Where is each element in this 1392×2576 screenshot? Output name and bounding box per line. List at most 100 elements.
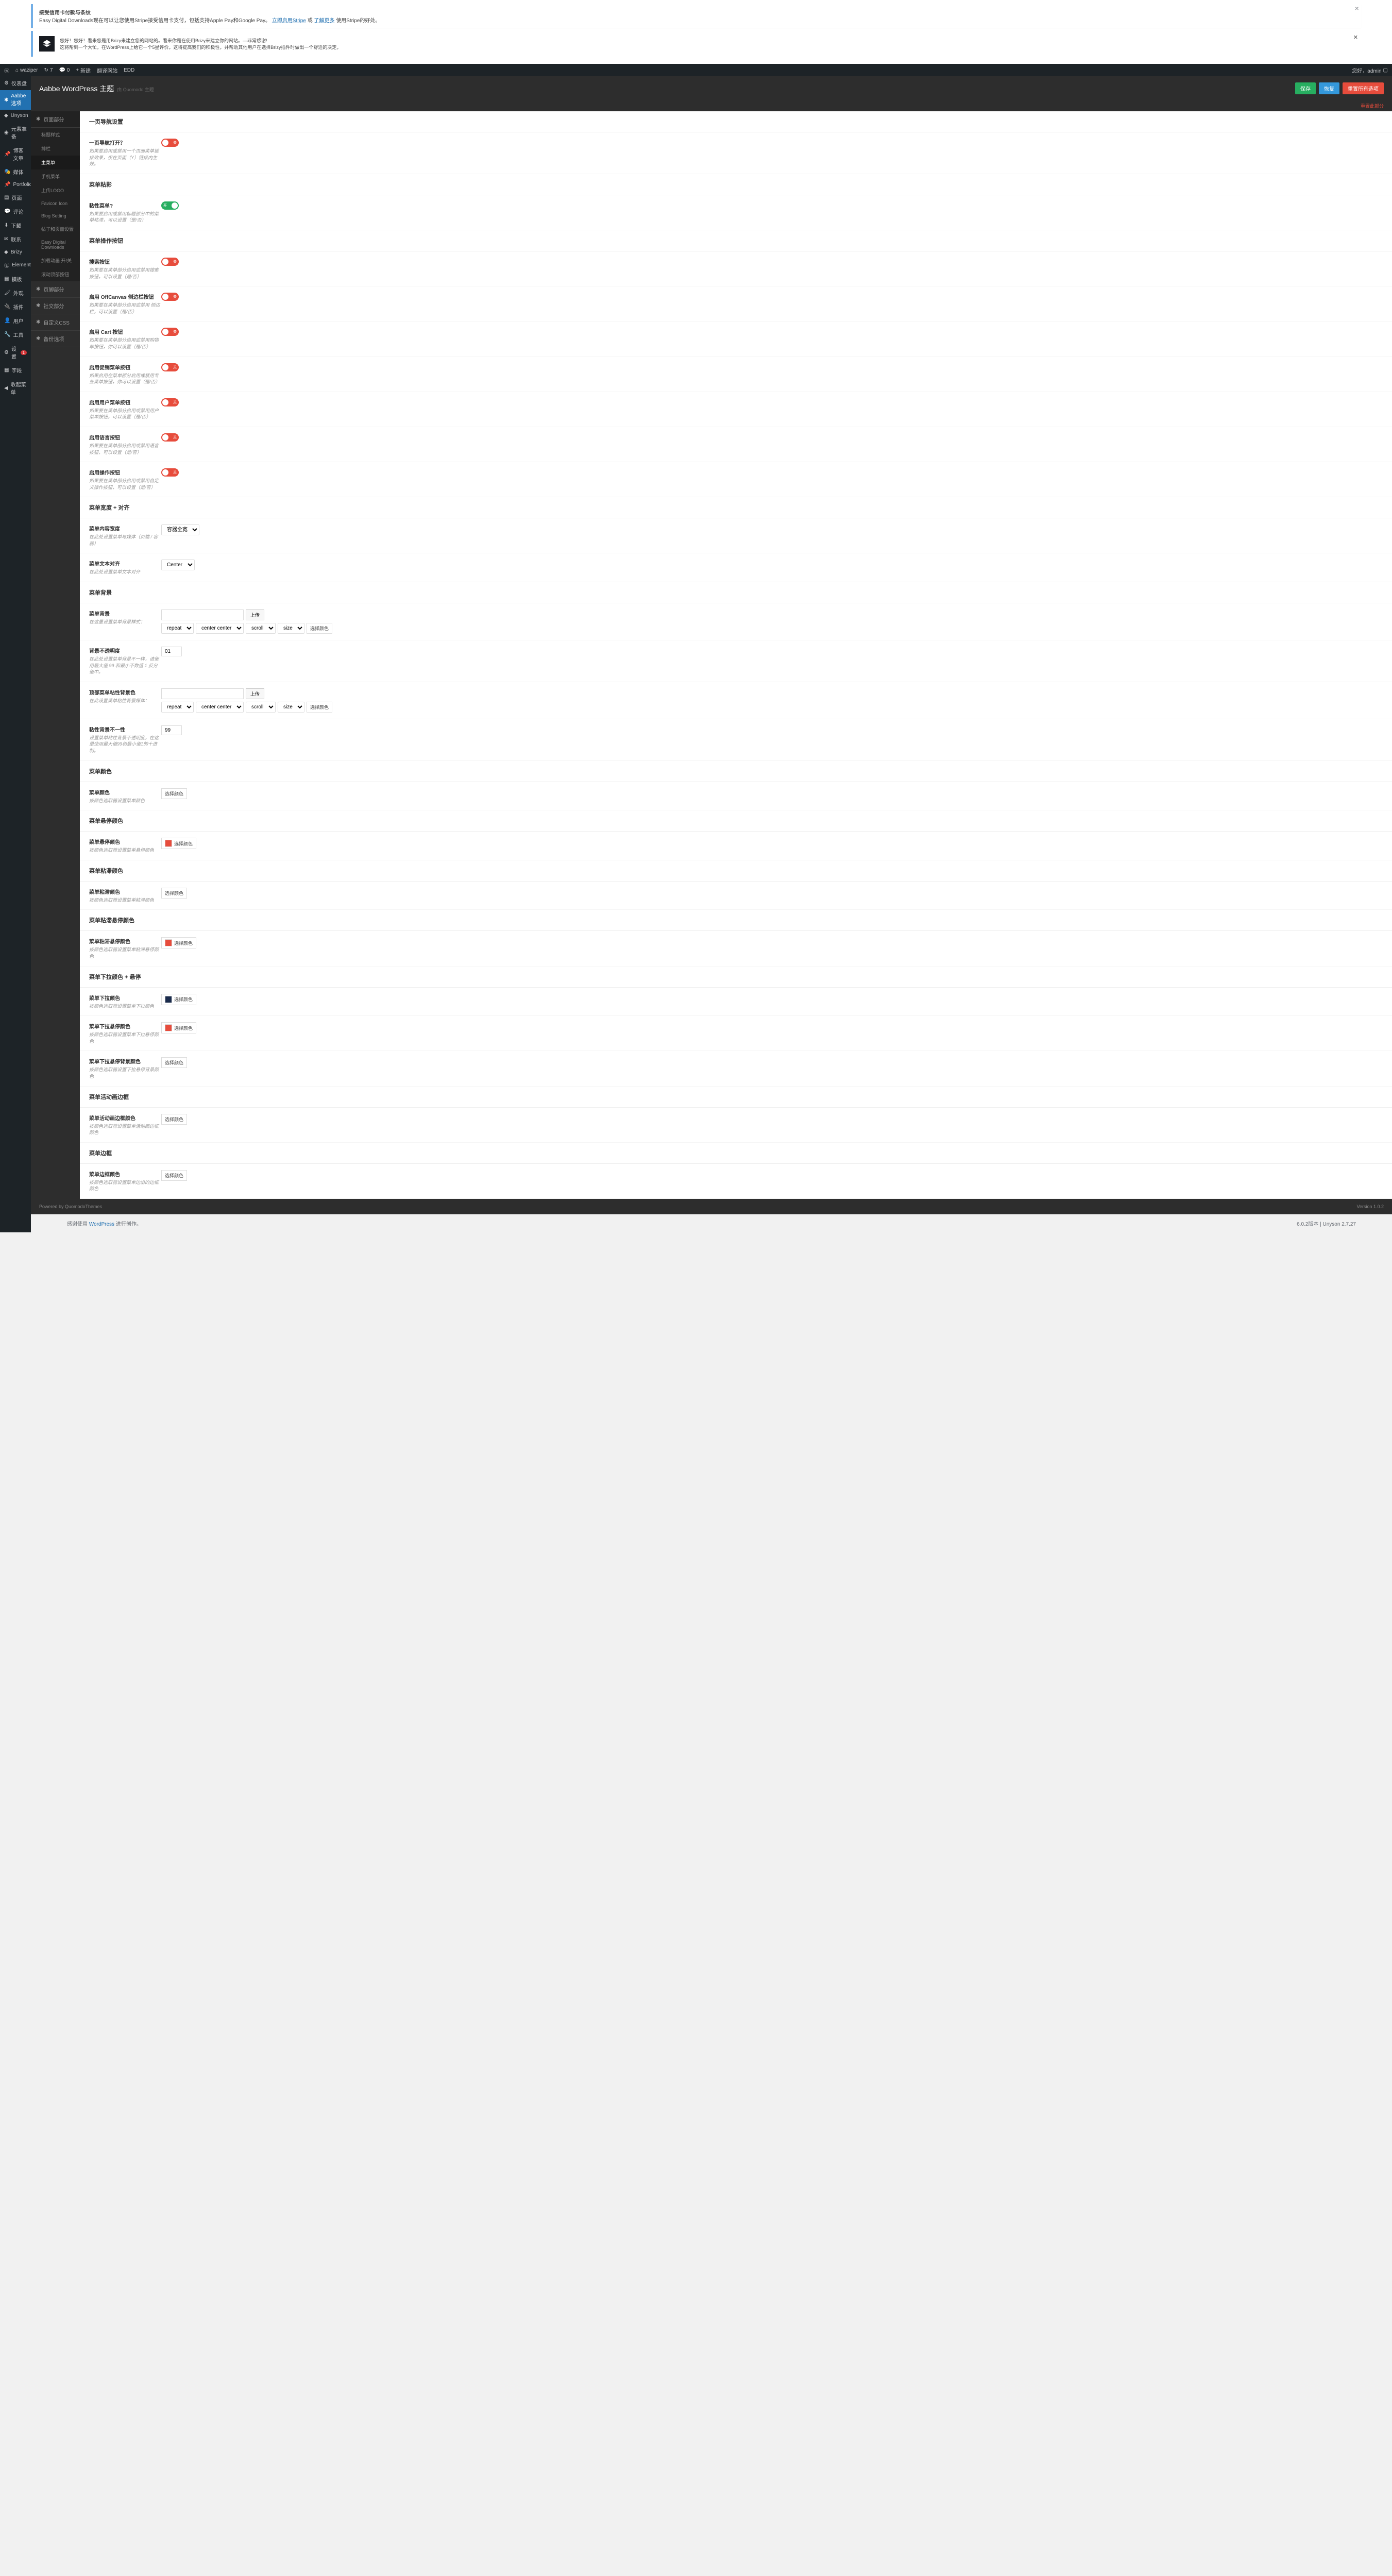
user-greeting[interactable]: 您好，admin ▢ [1352,66,1388,74]
upload-button[interactable]: 上传 [246,609,264,620]
section-action-btn: 菜单操作按钮 [80,230,1392,251]
menu-settings[interactable]: ⚙ 设置 1 [0,342,31,363]
cart-btn-toggle[interactable]: 关 [161,328,179,336]
sticky-color-button[interactable]: 选择颜色 [161,888,187,899]
menu-elementor[interactable]: Ⓔ Elementor [0,258,31,272]
nav-footer[interactable]: ✱ 页脚部分 [31,281,80,298]
nav-backup[interactable]: ✱ 备份选项 [31,331,80,347]
hover-color-button[interactable]: 选择颜色 [161,838,196,849]
sticky-repeat-select[interactable]: repeat [161,702,194,713]
panel-header: Aabbe WordPress 主题由 Quomodo 主题 保存 恢复 重置所… [31,76,1392,100]
sticky-hover-color-button[interactable]: 选择颜色 [161,937,196,948]
menu-templates[interactable]: ▦ 模板 [0,272,31,286]
nav-scroll-btn[interactable]: 滚动顶部按钮 [31,267,80,281]
menu-media[interactable]: 🎭 媒体 [0,165,31,179]
nav-post-page[interactable]: 帖子和页面设置 [31,222,80,236]
reset-section-link[interactable]: 重置此部分 [1361,104,1384,109]
opt-desc: 如果要启用或禁用一个页面菜单链接效果，仅在页面（Y）链接内生效。 [89,148,161,167]
menu-unyson[interactable]: ◆ Unyson [0,110,31,122]
footer-version: Version 1.0.2 [1356,1204,1384,1209]
dropdown-hover-color-button[interactable]: 选择颜色 [161,1022,196,1033]
menu-contact[interactable]: ✉ 联系 [0,232,31,246]
anim-border-color-button[interactable]: 选择颜色 [161,1114,187,1125]
edd-link[interactable]: EDD [124,67,134,73]
lang-btn-toggle[interactable]: 关 [161,433,179,442]
stripe-enable-link[interactable]: 立即启用Stripe [272,18,306,24]
menu-brizy[interactable]: ◆ Brizy [0,246,31,258]
menu-collapse[interactable]: ◀ 收起菜单 [0,377,31,399]
restore-button[interactable]: 恢复 [1319,82,1339,94]
menu-dashboard[interactable]: ⚙ 仪表盘 [0,76,31,90]
bg-image-input[interactable] [161,609,244,620]
dropdown-hover-bg-button[interactable]: 选择颜色 [161,1057,187,1068]
close-icon[interactable]: ✕ [1355,6,1359,12]
nav-blog-setting[interactable]: Blog Setting [31,210,80,222]
wp-footer: 感谢使用 WordPress 进行创作。 6.0.2版本 | Unyson 2.… [31,1214,1392,1232]
action-btn-toggle[interactable]: 关 [161,468,179,477]
new-link[interactable]: + 新建 [76,66,91,74]
bg-position-select[interactable]: center center [196,623,244,634]
nav-main-menu[interactable]: 主菜单 [31,156,80,170]
comments-icon[interactable]: 💬 0 [59,67,70,73]
wordpress-link[interactable]: WordPress [89,1222,114,1227]
nav-title-style[interactable]: 标题样式 [31,128,80,142]
menu-color-button[interactable]: 选择颜色 [161,788,187,799]
dropdown-color-button[interactable]: 选择颜色 [161,994,196,1005]
bg-size-select[interactable]: size [278,623,304,634]
menu-fields[interactable]: ▦ 字段 [0,363,31,377]
translate-link[interactable]: 翻译网站 [97,66,117,74]
nav-custom-css[interactable]: ✱ 自定义CSS [31,314,80,331]
nav-favicon[interactable]: Favicon Icon [31,197,80,210]
section-nav-settings: 一页导航设置 [80,111,1392,132]
sticky-attach-select[interactable]: scroll [246,702,276,713]
menu-posts[interactable]: 📌 博客文章 [0,143,31,165]
sticky-menu-toggle[interactable]: 开 [161,201,179,210]
border-color-button[interactable]: 选择颜色 [161,1170,187,1181]
bg-color-button[interactable]: 选择颜色 [307,623,332,634]
menu-elements[interactable]: ◉ 元素准备 [0,122,31,143]
sticky-opacity-input[interactable] [161,725,182,735]
menu-plugins[interactable]: 🔌 插件 [0,300,31,314]
upload-button[interactable]: 上传 [246,688,264,699]
updates-icon[interactable]: ↻ 7 [44,67,53,73]
sticky-position-select[interactable]: center center [196,702,244,713]
nav-loading[interactable]: 加载动画 开/关 [31,253,80,267]
section-bg: 菜单背景 [80,582,1392,603]
offcanvas-btn-toggle[interactable]: 关 [161,293,179,301]
menu-comments[interactable]: 💬 评论 [0,205,31,218]
admin-bar: ⓦ ⌂ waziper ↻ 7 💬 0 + 新建 翻译网站 EDD 您好，adm… [0,64,1392,76]
nav-mobile-menu[interactable]: 手机菜单 [31,170,80,183]
section-sticky-color: 菜单粘滞颜色 [80,860,1392,882]
reset-all-button[interactable]: 重置所有选项 [1343,82,1384,94]
close-icon[interactable]: ✕ [1353,34,1358,41]
sticky-size-select[interactable]: size [278,702,304,713]
promo-btn-toggle[interactable]: 关 [161,363,179,371]
sticky-bg-input[interactable] [161,688,244,699]
menu-appearance[interactable]: 🖌 外观 [0,286,31,300]
menu-tools[interactable]: 🔧 工具 [0,328,31,342]
bg-opacity-input[interactable] [161,647,182,656]
search-btn-toggle[interactable]: 关 [161,258,179,266]
menu-users[interactable]: 👤 用户 [0,314,31,328]
stripe-learn-link[interactable]: 了解更多 [314,18,334,24]
content-width-select[interactable]: 容器全宽 [161,524,199,535]
sticky-bg-color-button[interactable]: 选择颜色 [307,702,332,713]
nav-social[interactable]: ✱ 社交部分 [31,298,80,314]
site-name[interactable]: ⌂ waziper [15,67,38,73]
options-content: 一页导航设置 一页导航打开？如果要启用或禁用一个页面菜单链接效果，仅在页面（Y）… [80,111,1392,1199]
user-btn-toggle[interactable]: 关 [161,398,179,406]
bg-repeat-select[interactable]: repeat [161,623,194,634]
nav-upload-logo[interactable]: 上传LOGO [31,183,80,197]
text-align-select[interactable]: Center [161,560,195,570]
wp-logo-icon[interactable]: ⓦ [4,66,9,74]
menu-aabbe[interactable]: ✱ Aabbe 选项 [0,90,31,110]
menu-pages[interactable]: ▤ 页面 [0,191,31,205]
menu-downloads[interactable]: ⬇ 下载 [0,218,31,232]
menu-portfolios[interactable]: 📌 Portfolios [0,179,31,191]
nav-edd[interactable]: Easy Digital Downloads [31,236,80,253]
nav-sidebar[interactable]: 排栏 [31,142,80,156]
save-button[interactable]: 保存 [1295,82,1316,94]
bg-attach-select[interactable]: scroll [246,623,276,634]
nav-page-section[interactable]: ✱ 页面部分 [31,111,80,128]
one-page-nav-toggle[interactable]: 关 [161,139,179,147]
